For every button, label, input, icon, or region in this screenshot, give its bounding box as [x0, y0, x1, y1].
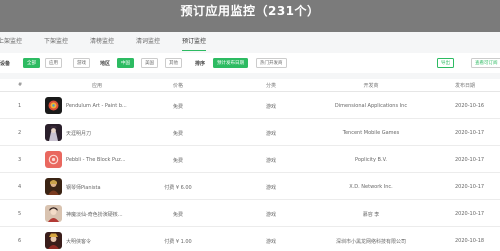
table-row[interactable]: 1 Pendulum Art - Paint b... 免费 游戏 Dimens… [0, 92, 500, 119]
category: 游戏 [265, 212, 277, 218]
app-name-link[interactable]: 大明侠客令 [66, 238, 91, 245]
region-china-button[interactable]: 中国 [117, 58, 134, 68]
category: 游戏 [265, 158, 277, 164]
tab-keyword-clear[interactable]: 清词监控 [136, 37, 160, 51]
category: 游戏 [265, 131, 277, 137]
price: 付费 ¥ 6.00 [164, 185, 192, 191]
device-all-button[interactable]: 全部 [23, 58, 40, 68]
release-date: 2020-10-17 [455, 130, 485, 136]
game-character-icon [45, 124, 62, 141]
release-date: 2020-10-17 [455, 184, 485, 190]
release-date: 2020-10-16 [455, 103, 485, 109]
region-us-button[interactable]: 美国 [141, 58, 158, 68]
pebbli-icon [45, 151, 62, 168]
app-name-link[interactable]: 钢琴师Pianista [66, 184, 101, 191]
pianista-icon [45, 178, 62, 195]
sort-popular-dev-button[interactable]: 热门开发商 [256, 58, 287, 68]
table-row[interactable]: 5 神魔淡仙-奇色扮演硬核... 免费 游戏 慕容 李 2020-10-17 [0, 200, 500, 227]
table-row[interactable]: 2 天涯明月刀 免费 游戏 Tencent Mobile Games 2020-… [0, 119, 500, 146]
game-character-icon [45, 205, 62, 222]
filter-bar: 设备 全部 应用 游戏 地区 中国 美国 其他 排序 预计发布日期 热门开发商 … [0, 53, 500, 73]
developer: 深圳市小黑龙网络科技有限公司 [335, 239, 407, 245]
row-index: 5 [18, 211, 22, 217]
row-index: 3 [18, 157, 22, 163]
tab-delisting[interactable]: 下架监控 [44, 37, 68, 51]
app-name-link[interactable]: Pendulum Art - Paint b... [66, 103, 127, 109]
tab-chart-clear[interactable]: 清榜监控 [90, 37, 114, 51]
device-apps-button[interactable]: 应用 [45, 58, 62, 68]
sort-label: 排序 [195, 61, 206, 67]
price: 付费 ¥ 1.00 [164, 239, 192, 245]
row-index: 2 [18, 130, 22, 136]
table-row[interactable]: 4 钢琴师Pianista 付费 ¥ 6.00 游戏 X.D. Network … [0, 173, 500, 200]
col-app: 应用 [92, 83, 103, 89]
tab-listing[interactable]: 上架监控 [0, 37, 22, 51]
monitor-tabs: 上架监控 下架监控 清榜监控 清词监控 预订监控 [0, 37, 500, 52]
tab-preorder[interactable]: 预订监控 [182, 37, 207, 51]
developer: Dimensional Applications Inc [334, 103, 408, 109]
price: 免费 [172, 212, 184, 218]
developer: X.D. Network Inc. [349, 184, 393, 190]
page-header: 预订应用监控（231个） [0, 0, 500, 32]
export-button[interactable]: 导出 [437, 58, 454, 68]
row-index: 4 [18, 184, 22, 190]
pendulum-art-icon [45, 97, 62, 114]
developer: Tencent Mobile Games [342, 130, 400, 136]
category: 游戏 [265, 239, 277, 245]
app-name-link[interactable]: Pebbli - The Block Puz... [66, 157, 126, 163]
category: 游戏 [265, 104, 277, 110]
developer: 慕容 李 [362, 212, 380, 218]
sort-release-date-button[interactable]: 预计发布日期 [213, 58, 248, 68]
col-category: 分类 [265, 83, 277, 89]
price: 免费 [172, 158, 184, 164]
col-index: # [18, 82, 23, 88]
release-date: 2020-10-18 [455, 238, 485, 244]
table-header: # 应用 价格 分类 开发商 发布日期 [0, 79, 500, 92]
developer: Poplicity B.V. [355, 157, 387, 163]
app-name-link[interactable]: 天涯明月刀 [66, 130, 91, 137]
price: 免费 [172, 104, 184, 110]
device-filter-label: 设备 [0, 61, 11, 67]
app-name-link[interactable]: 神魔淡仙-奇色扮演硬核... [66, 211, 123, 218]
table-row[interactable]: 6 大明侠客令 付费 ¥ 1.00 游戏 深圳市小黑龙网络科技有限公司 2020… [0, 227, 500, 251]
row-index: 1 [18, 103, 22, 109]
price: 免费 [172, 131, 184, 137]
release-date: 2020-10-17 [455, 157, 485, 163]
region-filter-label: 地区 [100, 61, 111, 67]
release-date: 2020-10-17 [455, 211, 485, 217]
view-subscribable-button[interactable]: 查看可订阅 [471, 58, 500, 68]
table-row[interactable]: 3 Pebbli - The Block Puz... 免费 游戏 Poplic… [0, 146, 500, 173]
col-release-date: 发布日期 [455, 83, 476, 89]
device-games-button[interactable]: 游戏 [73, 58, 90, 68]
category: 游戏 [265, 185, 277, 191]
col-developer: 开发商 [363, 83, 379, 89]
col-price: 价格 [172, 83, 184, 89]
game-character-icon [45, 232, 62, 249]
page-title: 预订应用监控（231个） [180, 4, 320, 18]
region-other-button[interactable]: 其他 [165, 58, 182, 68]
row-index: 6 [18, 238, 22, 244]
